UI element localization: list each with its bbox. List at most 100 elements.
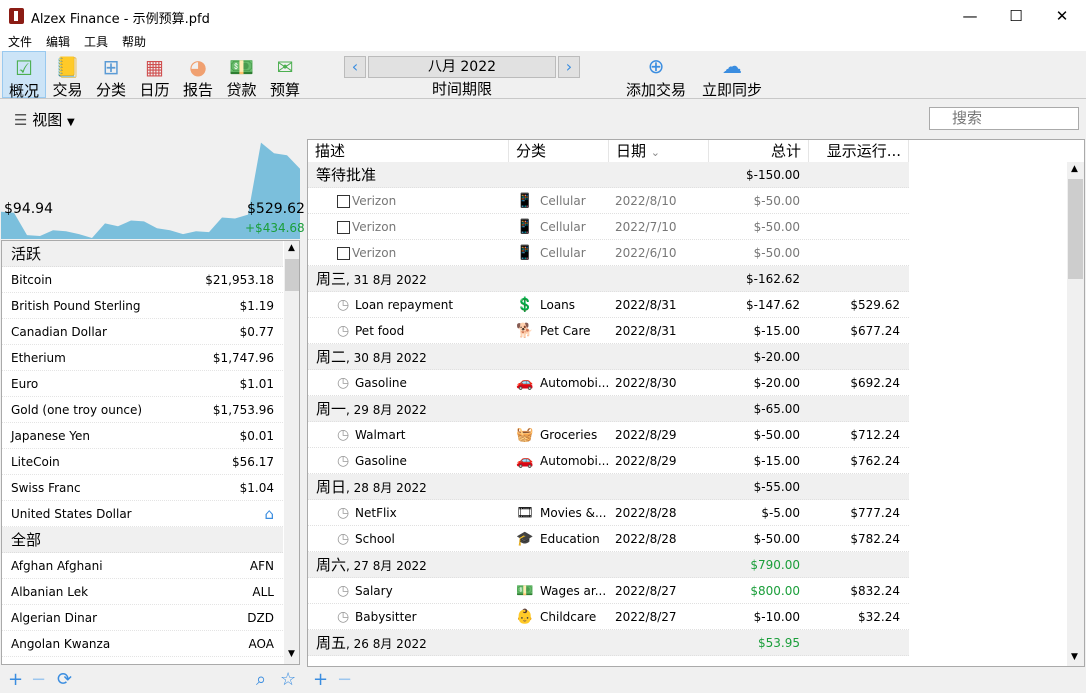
column-total[interactable]: 总计 — [709, 140, 809, 162]
next-period-button[interactable]: › — [558, 56, 580, 78]
account-name: LiteCoin — [11, 455, 60, 469]
sort-chevron-icon: ⌄ — [650, 146, 661, 159]
favorite-button[interactable]: ☆ — [280, 669, 296, 691]
description: Pet food — [355, 324, 405, 338]
group-title: 周三, 31 8月 2022 — [316, 266, 427, 293]
menu-file[interactable]: 文件 — [8, 33, 32, 50]
add-transaction-button[interactable]: ⊕ 添加交易 — [626, 55, 686, 100]
group-row[interactable]: 周一, 29 8月 2022 $-65.00 — [308, 396, 909, 422]
account-item[interactable]: Canadian Dollar $0.77 — [2, 319, 283, 345]
table-row[interactable]: ◷ NetFlix 🎞 Movies &... 2022/8/28 $-5.00 $777.… — [308, 500, 909, 526]
date: 2022/8/31 — [615, 324, 677, 338]
account-item[interactable]: Euro $1.01 — [2, 371, 283, 397]
scroll-up-icon[interactable]: ▲ — [1071, 164, 1078, 174]
close-button[interactable]: ✕ — [1039, 0, 1085, 32]
table-row[interactable]: ◷ Pet food 🐕 Pet Care 2022/8/31 $-15.00 $677.2… — [308, 318, 909, 344]
account-value: DZD — [247, 611, 274, 625]
current-month[interactable]: 八月 2022 — [368, 56, 556, 78]
find-account-button[interactable]: ⌕ — [256, 669, 266, 691]
view-menu-button[interactable]: ☰ 视图 ▼ — [14, 109, 75, 130]
table-row[interactable]: ◷ Loan repayment 💲 Loans 2022/8/31 $-147.62 $5… — [308, 292, 909, 318]
add-transaction-bottom-button[interactable]: + — [313, 669, 328, 691]
account-item[interactable]: Albanian Lek ALL — [2, 579, 283, 605]
table-row[interactable]: Verizon 📱 Cellular 2022/6/10 $-50.00 — [308, 240, 909, 266]
description: Loan repayment — [355, 298, 454, 312]
group-row[interactable]: 周三, 31 8月 2022 $-162.62 — [308, 266, 909, 292]
account-item[interactable]: Angolan Kwanza AOA — [2, 631, 283, 657]
table-row[interactable]: ◷ Salary 💵 Wages ar... 2022/8/27 $800.00 $832.… — [308, 578, 909, 604]
column-date[interactable]: 日期 ⌄ — [609, 140, 709, 162]
calendar-icon: ▦ — [145, 55, 164, 79]
account-item[interactable]: United States Dollar ⌂ — [2, 501, 283, 527]
account-group-header[interactable]: 活跃 — [2, 241, 283, 267]
account-name: Euro — [11, 377, 39, 391]
table-row[interactable]: Verizon 📱 Cellular 2022/8/10 $-50.00 — [308, 188, 909, 214]
column-running-balance[interactable]: 显示运行... — [809, 140, 909, 162]
account-item[interactable]: Swiss Franc $1.04 — [2, 475, 283, 501]
total: $-50.00 — [753, 532, 800, 546]
maximize-button[interactable]: ☐ — [993, 0, 1039, 32]
toolbar-budget-envelope-button[interactable]: ✉ 预算 — [263, 51, 307, 99]
description: Salary — [355, 584, 393, 598]
group-row[interactable]: 周日, 28 8月 2022 $-55.00 — [308, 474, 909, 500]
approve-checkbox[interactable] — [337, 195, 350, 208]
account-item[interactable]: Bitcoin $21,953.18 — [2, 267, 283, 293]
total: $-15.00 — [753, 454, 800, 468]
menu-edit[interactable]: 编辑 — [46, 33, 70, 50]
column-category[interactable]: 分类 — [509, 140, 609, 162]
account-item[interactable]: Algerian Dinar DZD — [2, 605, 283, 631]
account-name: Japanese Yen — [11, 429, 91, 443]
group-row[interactable]: 等待批准 $-150.00 — [308, 162, 909, 188]
account-item[interactable]: Etherium $1,747.96 — [2, 345, 283, 371]
account-item[interactable]: British Pound Sterling $1.19 — [2, 293, 283, 319]
toolbar-reports-pie-button[interactable]: ◕ 报告 — [176, 51, 220, 99]
toolbar-categories-tree-button[interactable]: ⊞ 分类 — [89, 51, 133, 99]
account-item[interactable]: Japanese Yen $0.01 — [2, 423, 283, 449]
toolbar-calendar-button[interactable]: ▦ 日历 — [133, 51, 177, 99]
menu-help[interactable]: 帮助 — [122, 33, 146, 50]
toolbar-transactions-ledger-button[interactable]: 📒 交易 — [46, 51, 90, 99]
remove-transaction-button[interactable]: − — [337, 669, 352, 691]
scroll-thumb[interactable] — [1068, 179, 1083, 279]
column-description[interactable]: 描述 — [308, 140, 509, 162]
menu-tools[interactable]: 工具 — [84, 33, 108, 50]
scroll-thumb[interactable] — [285, 259, 299, 291]
sync-now-button[interactable]: ☁ 立即同步 — [702, 55, 762, 100]
remove-account-button[interactable]: − — [31, 669, 46, 691]
category: Loans — [540, 298, 576, 312]
account-value: $0.77 — [239, 325, 274, 339]
scroll-down-icon[interactable]: ▼ — [288, 649, 295, 659]
search-input[interactable] — [929, 107, 1079, 130]
toolbar-loans-money-button[interactable]: 💵 贷款 — [220, 51, 264, 99]
sync-account-button[interactable]: ⟳ — [57, 669, 72, 691]
account-value: $1.04 — [239, 481, 274, 495]
transactions-ledger-icon: 📒 — [55, 55, 80, 79]
accounts-scrollbar[interactable]: ▲ ▼ — [284, 241, 299, 664]
table-row[interactable]: ◷ School 🎓 Education 2022/8/28 $-50.00 $782.24 — [308, 526, 909, 552]
approve-checkbox[interactable] — [337, 247, 350, 260]
table-row[interactable]: ◷ Babysitter 👶 Childcare 2022/8/27 $-10.00 $32… — [308, 604, 909, 630]
category-icon: 📱 — [516, 193, 534, 209]
add-account-button[interactable]: + — [8, 669, 23, 691]
view-label: 视图 — [32, 111, 63, 129]
loans-money-icon: 💵 — [229, 55, 254, 79]
group-row[interactable]: 周六, 27 8月 2022 $790.00 — [308, 552, 909, 578]
account-name: Etherium — [11, 351, 66, 365]
transactions-scrollbar[interactable]: ▲ ▼ — [1067, 162, 1084, 666]
account-item[interactable]: Gold (one troy ounce) $1,753.96 — [2, 397, 283, 423]
table-row[interactable]: Verizon 📱 Cellular 2022/7/10 $-50.00 — [308, 214, 909, 240]
table-row[interactable]: ◷ Gasoline 🚗 Automobi... 2022/8/29 $-15.00 $76… — [308, 448, 909, 474]
account-item[interactable]: Afghan Afghani AFN — [2, 553, 283, 579]
toolbar-overview-calendar-check-button[interactable]: ☑ 概况 — [2, 51, 46, 100]
table-row[interactable]: ◷ Gasoline 🚗 Automobi... 2022/8/30 $-20.00 $69… — [308, 370, 909, 396]
table-row[interactable]: ◷ Walmart 🧺 Groceries 2022/8/29 $-50.00 $712.2… — [308, 422, 909, 448]
minimize-button[interactable]: — — [947, 0, 993, 32]
scroll-down-icon[interactable]: ▼ — [1071, 652, 1078, 662]
group-row[interactable]: 周五, 26 8月 2022 $53.95 — [308, 630, 909, 656]
account-group-header[interactable]: 全部 — [2, 527, 283, 553]
prev-period-button[interactable]: ‹ — [344, 56, 366, 78]
scroll-up-icon[interactable]: ▲ — [288, 243, 295, 253]
account-item[interactable]: LiteCoin $56.17 — [2, 449, 283, 475]
approve-checkbox[interactable] — [337, 221, 350, 234]
group-row[interactable]: 周二, 30 8月 2022 $-20.00 — [308, 344, 909, 370]
